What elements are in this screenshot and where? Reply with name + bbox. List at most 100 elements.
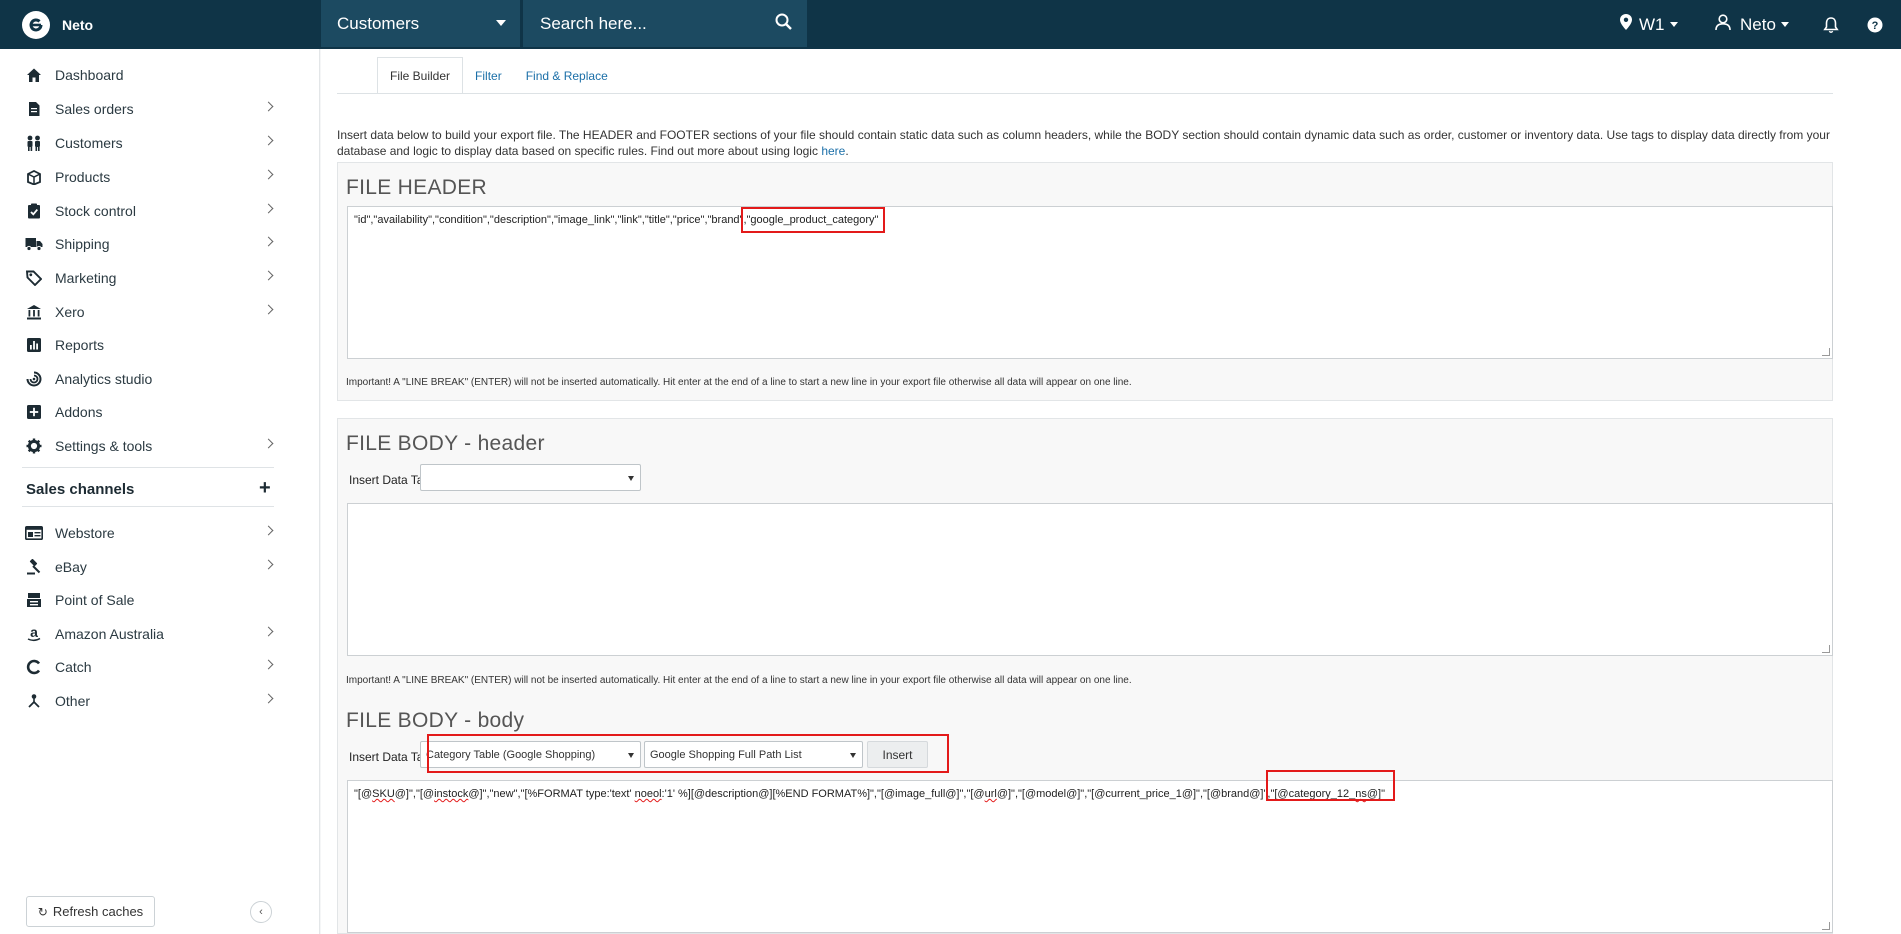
chevron-right-icon — [263, 101, 274, 112]
sidebar-item-sales-orders[interactable]: Sales orders — [0, 95, 280, 123]
location-label: W1 — [1639, 14, 1665, 34]
sidebar-item-label: Webstore — [55, 525, 115, 541]
sidebar-item-point-of-sale[interactable]: Point of Sale — [0, 586, 280, 614]
sidebar-item-addons[interactable]: Addons — [0, 398, 280, 426]
add-channel-button[interactable]: + — [259, 477, 271, 500]
header-data-tag-select[interactable] — [420, 464, 641, 491]
sidebar-item-catch[interactable]: Catch — [0, 653, 280, 681]
top-bar: Neto Customers Search here... W1 Neto ? — [0, 0, 1901, 49]
file-body-body-title: FILE BODY - body — [346, 709, 525, 732]
sidebar-item-marketing[interactable]: Marketing — [0, 264, 280, 292]
analytics-icon — [25, 370, 43, 388]
sidebar-item-xero[interactable]: Xero — [0, 298, 280, 326]
sidebar-item-amazon-australia[interactable]: a Amazon Australia — [0, 620, 280, 648]
sidebar-item-settings-tools[interactable]: Settings & tools — [0, 432, 280, 460]
chevron-right-icon — [263, 304, 274, 315]
truck-icon — [25, 235, 43, 253]
chevron-left-icon: ‹ — [259, 906, 263, 918]
chevron-right-icon — [263, 659, 274, 670]
sidebar-item-dashboard[interactable]: Dashboard — [0, 61, 280, 89]
sales-channels-heading: Sales channels — [26, 481, 135, 498]
gear-icon — [25, 437, 43, 455]
chevron-right-icon — [263, 525, 274, 536]
chevron-down-icon — [1780, 22, 1789, 27]
chevron-down-icon — [1669, 22, 1678, 27]
intro-body: Insert data below to build your export f… — [337, 128, 1830, 158]
section-dropdown[interactable]: Customers — [321, 0, 520, 47]
search-input[interactable]: Search here... — [523, 0, 807, 47]
file-header-panel: FILE HEADER "id","availability","conditi… — [337, 162, 1833, 401]
file-body-header-title: FILE BODY - header — [346, 432, 545, 455]
sidebar-item-label: Catch — [55, 659, 92, 675]
bell-icon[interactable] — [1823, 0, 1839, 49]
refresh-caches-label: Refresh caches — [52, 904, 144, 919]
file-header-textarea[interactable]: "id","availability","condition","descrip… — [347, 206, 1833, 359]
resize-handle[interactable] — [1822, 348, 1830, 356]
sidebar-item-label: Analytics studio — [55, 371, 153, 387]
user-menu[interactable]: Neto — [1714, 0, 1789, 49]
body-body-textarea[interactable]: "[@SKU@]","[@instock@]","new","[%FORMAT … — [347, 780, 1833, 933]
tab-filter[interactable]: Filter — [463, 57, 514, 94]
search-icon[interactable] — [774, 12, 794, 37]
sidebar-item-label: Addons — [55, 404, 103, 420]
line-break-note: Important! A "LINE BREAK" (ENTER) will n… — [346, 675, 1132, 686]
clipboard-check-icon — [25, 202, 43, 220]
highlight-box — [1266, 770, 1395, 801]
sidebar-item-stock-control[interactable]: Stock control — [0, 197, 280, 225]
main-content: File Builder Filter Find & Replace Inser… — [321, 49, 1901, 934]
catch-icon — [25, 658, 43, 676]
sidebar-item-label: Xero — [55, 304, 85, 320]
sidebar-item-ebay[interactable]: eBay — [0, 553, 280, 581]
amazon-icon: a — [25, 625, 43, 643]
sidebar-item-products[interactable]: Products — [0, 163, 280, 191]
line-break-note: Important! A "LINE BREAK" (ENTER) will n… — [346, 377, 1132, 388]
sidebar-item-label: Reports — [55, 337, 105, 353]
sidebar-item-label: Customers — [55, 135, 123, 151]
tab-find-replace[interactable]: Find & Replace — [514, 57, 620, 94]
sidebar-divider — [22, 467, 274, 468]
chevron-right-icon — [263, 559, 274, 570]
gavel-icon — [25, 558, 43, 576]
sidebar-item-other[interactable]: Other — [0, 687, 280, 715]
sidebar: Dashboard Sales orders Customers Product… — [0, 49, 320, 934]
body-template-text: "[@SKU@]","[@instock@]","new","[%FORMAT … — [354, 788, 1386, 800]
svg-text:a: a — [30, 626, 38, 640]
body-header-textarea[interactable] — [347, 503, 1833, 656]
location-selector[interactable]: W1 — [1619, 0, 1678, 49]
bank-icon — [25, 303, 43, 321]
sidebar-item-label: Other — [55, 693, 91, 709]
logic-help-link[interactable]: here — [821, 144, 845, 158]
resize-handle[interactable] — [1822, 922, 1830, 930]
chevron-right-icon — [263, 438, 274, 449]
home-icon — [25, 66, 43, 84]
highlight-box — [427, 734, 949, 773]
highlight-box — [741, 207, 885, 233]
sidebar-item-webstore[interactable]: Webstore — [0, 519, 280, 547]
collapse-sidebar-button[interactable]: ‹ — [250, 901, 272, 923]
resize-handle[interactable] — [1822, 645, 1830, 653]
app-logo[interactable]: Neto — [22, 11, 93, 39]
location-pin-icon — [1619, 13, 1633, 36]
file-body-panel: FILE BODY - header Insert Data Tag: Impo… — [337, 418, 1833, 934]
sidebar-item-label: Stock control — [55, 203, 136, 219]
chevron-right-icon — [263, 203, 274, 214]
sidebar-item-reports[interactable]: Reports — [0, 331, 280, 359]
tab-file-builder[interactable]: File Builder — [377, 57, 464, 94]
sidebar-item-customers[interactable]: Customers — [0, 129, 280, 157]
chevron-right-icon — [263, 135, 274, 146]
sidebar-item-label: Dashboard — [55, 67, 124, 83]
sidebar-item-label: Products — [55, 169, 111, 185]
sidebar-item-analytics-studio[interactable]: Analytics studio — [0, 365, 280, 393]
user-icon — [1714, 13, 1732, 36]
chevron-down-icon — [496, 20, 506, 26]
sidebar-item-label: Amazon Australia — [55, 626, 164, 642]
tag-icon — [25, 269, 43, 287]
chevron-right-icon — [263, 270, 274, 281]
sidebar-item-shipping[interactable]: Shipping — [0, 230, 280, 258]
network-icon — [25, 692, 43, 710]
refresh-caches-button[interactable]: ↻ Refresh caches — [26, 896, 155, 927]
help-icon[interactable]: ? — [1867, 0, 1883, 49]
svg-text:?: ? — [1872, 20, 1879, 32]
intro-text: Insert data below to build your export f… — [337, 127, 1837, 159]
neto-logo-icon — [22, 11, 50, 39]
